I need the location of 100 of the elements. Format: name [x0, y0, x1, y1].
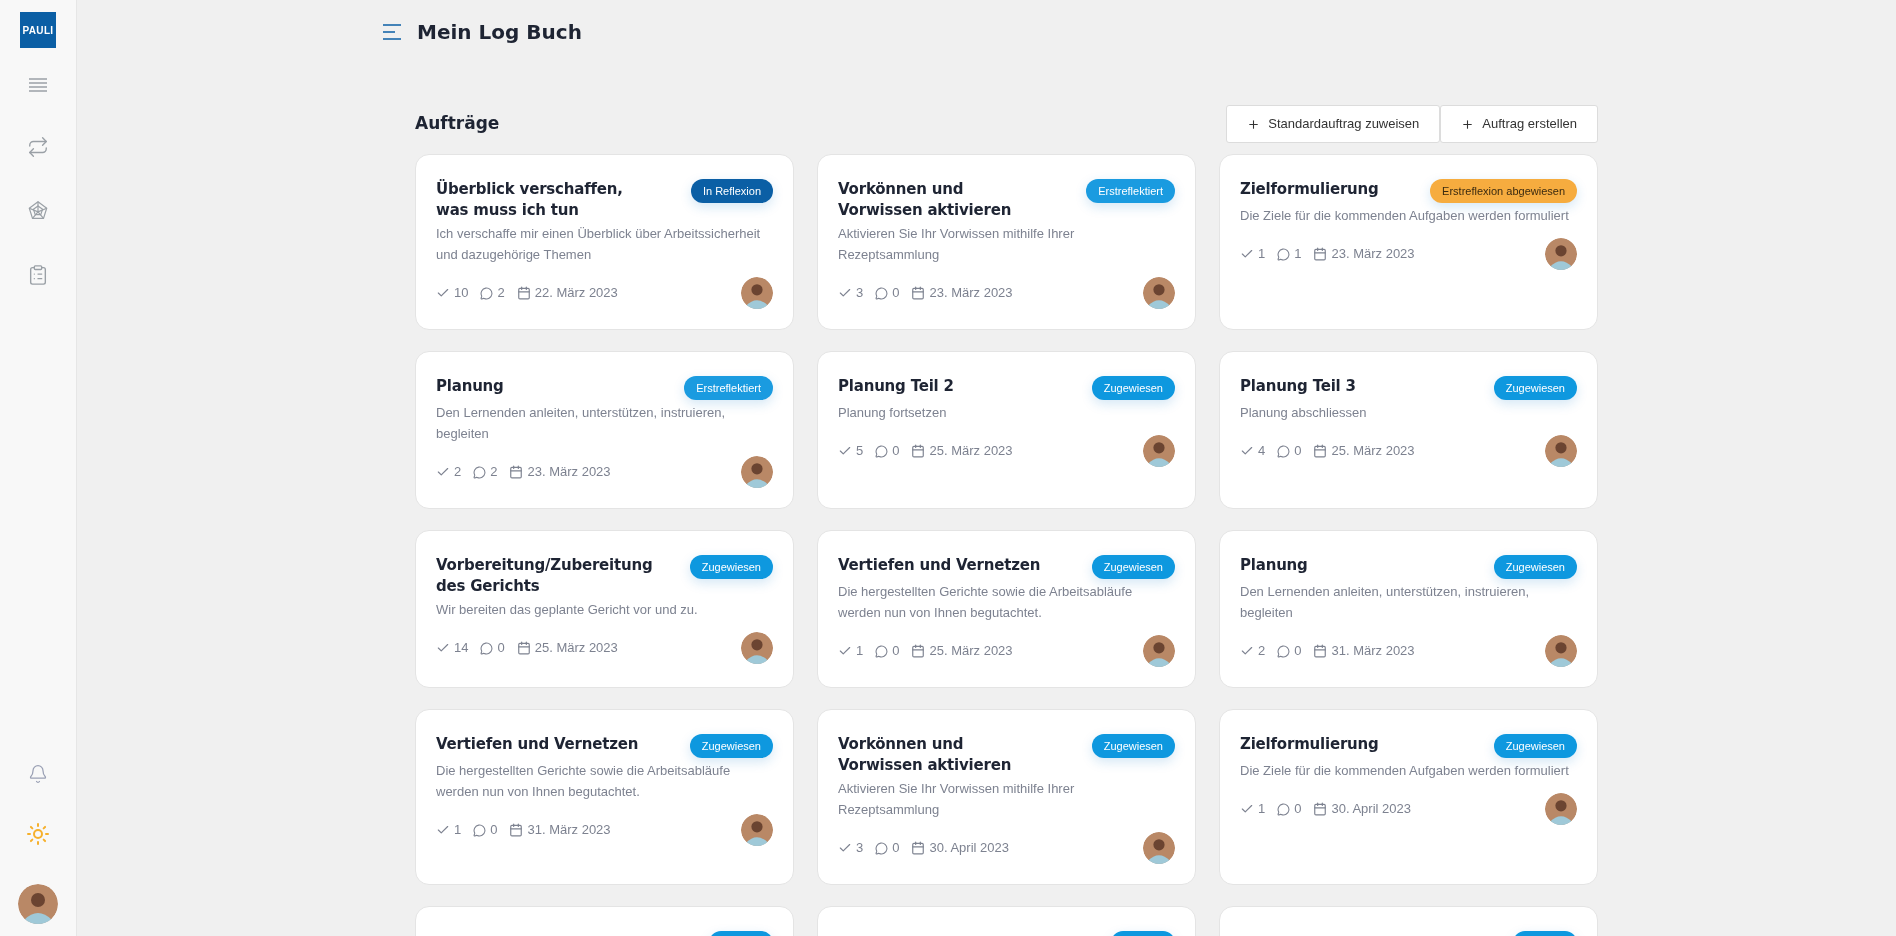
- card-title: Vertiefen und Vernetzen: [838, 555, 1041, 576]
- card-title: Planung: [436, 376, 504, 397]
- calendar-icon: [1313, 802, 1328, 816]
- status-badge: In Reflexion: [690, 179, 773, 203]
- avatar: [1143, 635, 1175, 667]
- card-date: 25. März 2023: [1331, 442, 1415, 461]
- card-title: Planung Teil 2: [838, 376, 954, 397]
- avatar: [741, 456, 773, 488]
- card-date: 25. März 2023: [534, 639, 618, 658]
- status-badge: Zugewiesen: [1493, 555, 1577, 579]
- comment-icon: [1277, 247, 1291, 261]
- task-card[interactable]: Planung Teil 3 Zugewiesen Planung abschliessen 4 0 25. März 2023: [1219, 351, 1598, 509]
- card-description: Den Lernenden anleiten, unterstützen, instruieren, begleiten: [1240, 583, 1531, 622]
- task-card[interactable]: Überblick verschaffen, was muss ich tun In Reflexion Ich verschaffe mir einen Überblick über Arbeitssicherheit und dazugehörige Themen 10 2 22. März 2023: [415, 154, 794, 330]
- menu-icon[interactable]: [383, 24, 401, 40]
- task-card[interactable]: Zielformulierung Erstreflexion abgewiesen Die Ziele für die kommenden Aufgaben werden formuliert 1 1 23. März 2023: [1219, 154, 1598, 330]
- check-count: 1: [856, 642, 864, 661]
- repeat-icon[interactable]: [27, 136, 49, 158]
- avatar: [1545, 635, 1577, 667]
- section-title: Aufträge: [415, 112, 500, 136]
- check-count: 1: [1258, 245, 1266, 264]
- task-card[interactable]: Vorkönnen und Vorwissen aktivieren Zugewiesen Aktivieren Sie Ihr Vorwissen mithilfe Ihrer Rezeptsammlung 3 0 30. April 2023: [817, 709, 1196, 885]
- card-date: 31. März 2023: [527, 821, 611, 840]
- status-badge: Zugewiesen: [1091, 376, 1175, 400]
- card-description: Den Lernenden anleiten, unterstützen, instruieren, begleiten: [436, 404, 727, 443]
- card-title: Vorkönnen und Vorwissen aktivieren: [838, 734, 1012, 776]
- task-card[interactable]: Vertiefen und Vernetzen Zugewiesen Die hergestellten Gerichte sowie die Arbeitsabläufe werden nun von Ihnen begutachtet. 1 0 31. März 2023: [415, 709, 794, 885]
- status-badge: Erstreflexion abgewiesen: [1430, 179, 1577, 203]
- card-title: Vorbereitung/Zubereitung des Gerichts: [436, 555, 653, 597]
- comment-count: 0: [892, 284, 900, 303]
- task-card[interactable]: Planung Teil 2 Zugewiesen Planung fortsetzen 5 0 25. März 2023: [817, 351, 1196, 509]
- check-icon: [838, 644, 852, 658]
- check-icon: [436, 641, 450, 655]
- comment-icon: [480, 286, 494, 300]
- task-card[interactable]: Planung Erstreflektiert Den Lernenden anleiten, unterstützen, instruieren, begleiten 2 2 23. März 2023: [415, 351, 794, 509]
- calendar-icon: [911, 444, 926, 458]
- action-button[interactable]: Auftrag erstellen: [1440, 105, 1598, 143]
- status-badge: Zugewiesen: [1493, 376, 1577, 400]
- card-title: Planung: [1240, 555, 1308, 576]
- card-date: 30. April 2023: [1331, 800, 1411, 819]
- card-title: Zielformulierung: [1240, 734, 1379, 755]
- check-count: 14: [454, 639, 469, 658]
- comment-count: 0: [1294, 800, 1302, 819]
- card-description: Planung abschliessen: [1240, 404, 1368, 422]
- calendar-icon: [516, 641, 531, 655]
- sun-icon[interactable]: [26, 822, 50, 846]
- avatar: [1545, 793, 1577, 825]
- task-card[interactable]: Vertiefen und Vernetzen Zugewiesen Die hergestellten Gerichte sowie die Arbeitsabläufe werden nun von Ihnen begutachtet. 1 0 25. März 2023: [817, 530, 1196, 688]
- comment-count: 1: [1294, 245, 1302, 264]
- card-title: Planung Teil 3: [1240, 376, 1356, 397]
- calendar-icon: [516, 286, 531, 300]
- logo[interactable]: PAULI: [20, 12, 56, 48]
- card-date: 23. März 2023: [527, 463, 611, 482]
- task-card[interactable]: Zielformulierung Zugewiesen Die Ziele für die kommenden Aufgaben werden formuliert 1 0 30. April 2023: [1219, 709, 1598, 885]
- card-description: Wir bereiten das geplante Gericht vor und zu.: [436, 601, 699, 619]
- comment-icon: [1277, 802, 1291, 816]
- calendar-icon: [509, 465, 524, 479]
- task-card[interactable]: Vorbereitung/Zubereitung des Gerichts Zugewiesen Wir bereiten das geplante Gericht vor und zu. 14 0 25. März 2023: [415, 530, 794, 688]
- status-badge: Zugewiesen: [689, 734, 773, 758]
- status-badge: Zugewiesen: [1091, 555, 1175, 579]
- action-button[interactable]: Standardauftrag zuweisen: [1226, 105, 1441, 143]
- card-title: Vertiefen und Vernetzen: [436, 734, 639, 755]
- status-badge: Zugewiesen: [1091, 734, 1175, 758]
- check-count: 1: [454, 821, 462, 840]
- card-date: 30. April 2023: [929, 839, 1009, 858]
- check-icon: [1240, 444, 1254, 458]
- avatar: [1143, 435, 1175, 467]
- avatar: [1143, 277, 1175, 309]
- card-description: Aktivieren Sie Ihr Vorwissen mithilfe Ihrer Rezeptsammlung: [838, 225, 1076, 264]
- avatar: [1545, 238, 1577, 270]
- card-date: 22. März 2023: [534, 284, 618, 303]
- card-description: Aktivieren Sie Ihr Vorwissen mithilfe Ihrer Rezeptsammlung: [838, 780, 1076, 819]
- comment-icon: [473, 823, 487, 837]
- clipboard-icon[interactable]: [27, 264, 49, 286]
- check-count: 4: [1258, 442, 1266, 461]
- avatar: [1545, 435, 1577, 467]
- comment-icon: [473, 465, 487, 479]
- check-count: 2: [1258, 642, 1266, 661]
- comment-count: 2: [490, 463, 498, 482]
- notification-icon[interactable]: [28, 764, 48, 784]
- status-badge: Zugewiesen: [689, 555, 773, 579]
- card-description: Die hergestellten Gerichte sowie die Arbeitsabläufe werden nun von Ihnen begutachtet.: [838, 583, 1134, 622]
- check-count: 5: [856, 442, 864, 461]
- comment-icon: [875, 841, 889, 855]
- web-icon[interactable]: [27, 200, 49, 222]
- card-description: Die Ziele für die kommenden Aufgaben werden formuliert: [1240, 207, 1570, 225]
- task-card[interactable]: Vorkönnen und Vorwissen aktivieren Erstreflektiert Aktivieren Sie Ihr Vorwissen mithilfe Ihrer Rezeptsammlung 3 0 23. März 2023: [817, 154, 1196, 330]
- check-icon: [838, 286, 852, 300]
- avatar: [741, 814, 773, 846]
- menu-icon[interactable]: [28, 76, 48, 94]
- check-count: 10: [454, 284, 469, 303]
- task-card[interactable]: Planung Zugewiesen Den Lernenden anleiten, unterstützen, instruieren, begleiten 2 0 31. März 2023: [1219, 530, 1598, 688]
- avatar: [1143, 832, 1175, 864]
- card-title: Zielformulierung: [1240, 179, 1379, 200]
- check-icon: [436, 823, 450, 837]
- check-icon: [838, 444, 852, 458]
- comment-icon: [875, 644, 889, 658]
- card-description: Die Ziele für die kommenden Aufgaben werden formuliert: [1240, 762, 1570, 780]
- check-icon: [838, 841, 852, 855]
- card-date: 31. März 2023: [1331, 642, 1415, 661]
